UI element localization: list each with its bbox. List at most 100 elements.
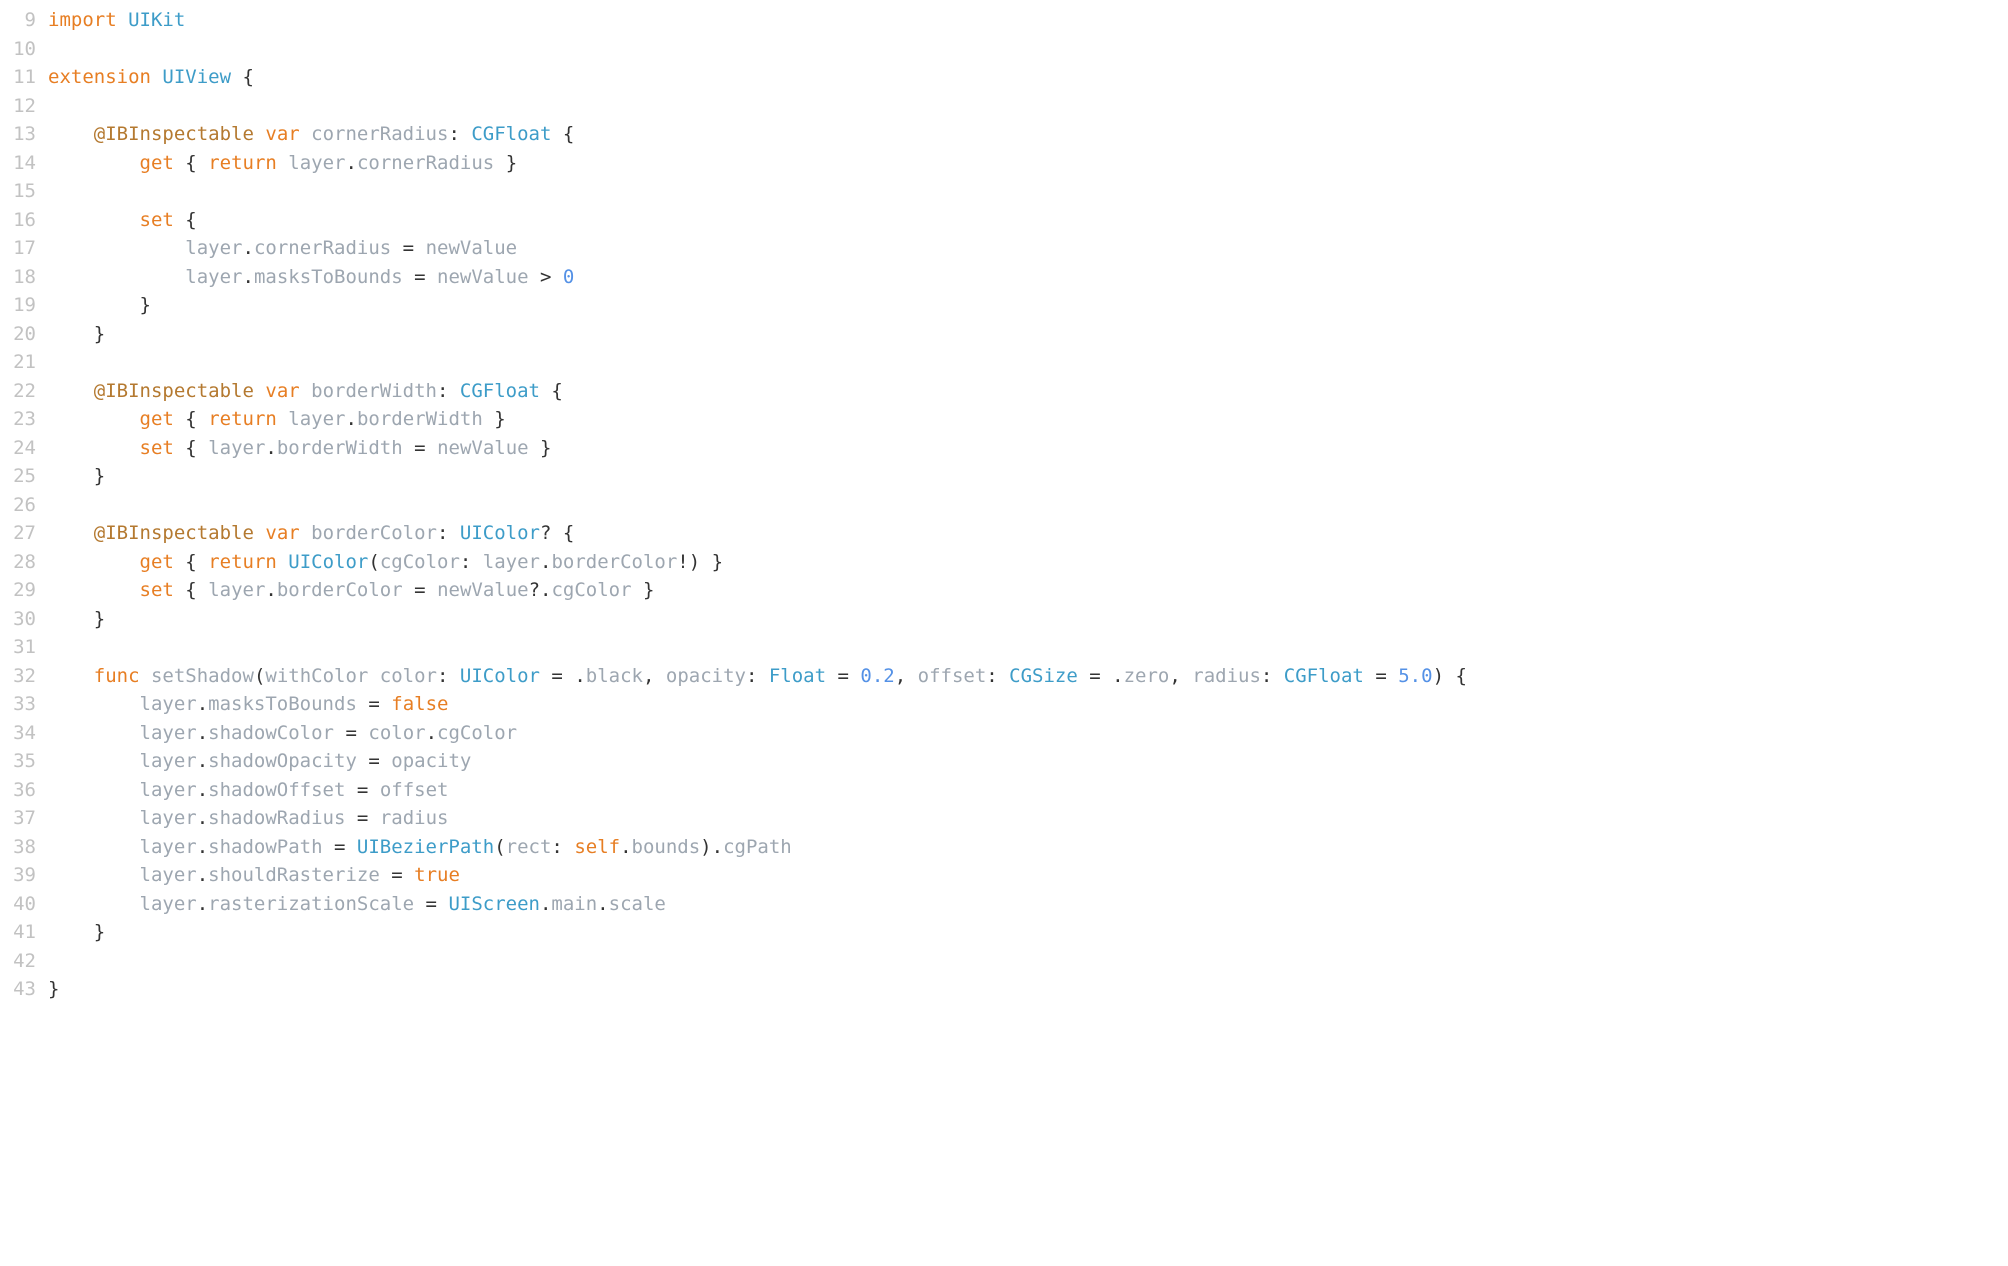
code-content[interactable]: @IBInspectable var cornerRadius: CGFloat… [48, 120, 2008, 149]
code-content[interactable] [48, 633, 2008, 662]
token-plain [403, 864, 414, 886]
code-line[interactable]: 41 } [0, 918, 2008, 947]
token-plain [48, 693, 140, 715]
code-line[interactable]: 18 layer.masksToBounds = newValue > 0 [0, 263, 2008, 292]
code-line[interactable]: 25 } [0, 462, 2008, 491]
code-content[interactable] [48, 491, 2008, 520]
token-id: newValue [437, 579, 529, 601]
code-line[interactable]: 35 layer.shadowOpacity = opacity [0, 747, 2008, 776]
code-line[interactable]: 22 @IBInspectable var borderWidth: CGFlo… [0, 377, 2008, 406]
code-line[interactable]: 28 get { return UIColor(cgColor: layer.b… [0, 548, 2008, 577]
token-punc: . [197, 693, 208, 715]
code-content[interactable]: get { return layer.borderWidth } [48, 405, 2008, 434]
code-line[interactable]: 17 layer.cornerRadius = newValue [0, 234, 2008, 263]
code-line[interactable]: 42 [0, 947, 2008, 976]
token-id: black [586, 665, 643, 687]
line-number: 39 [0, 861, 48, 890]
code-content[interactable]: } [48, 975, 2008, 1004]
code-content[interactable]: layer.masksToBounds = newValue > 0 [48, 263, 2008, 292]
code-line[interactable]: 40 layer.rasterizationScale = UIScreen.m… [0, 890, 2008, 919]
code-line[interactable]: 15 [0, 177, 2008, 206]
code-content[interactable] [48, 947, 2008, 976]
code-line[interactable]: 19 } [0, 291, 2008, 320]
code-content[interactable]: func setShadow(withColor color: UIColor … [48, 662, 2008, 691]
code-line[interactable]: 23 get { return layer.borderWidth } [0, 405, 2008, 434]
code-content[interactable]: @IBInspectable var borderColor: UIColor?… [48, 519, 2008, 548]
token-id: zero [1124, 665, 1170, 687]
code-content[interactable]: get { return UIColor(cgColor: layer.bord… [48, 548, 2008, 577]
token-id: color [368, 722, 425, 744]
token-punc: = [357, 779, 368, 801]
code-line[interactable]: 34 layer.shadowColor = color.cgColor [0, 719, 2008, 748]
code-line[interactable]: 38 layer.shadowPath = UIBezierPath(rect:… [0, 833, 2008, 862]
code-line[interactable]: 11extension UIView { [0, 63, 2008, 92]
code-content[interactable]: @IBInspectable var borderWidth: CGFloat … [48, 377, 2008, 406]
code-content[interactable]: layer.shadowColor = color.cgColor [48, 719, 2008, 748]
code-line[interactable]: 10 [0, 35, 2008, 64]
code-content[interactable]: layer.rasterizationScale = UIScreen.main… [48, 890, 2008, 919]
code-line[interactable]: 30 } [0, 605, 2008, 634]
code-content[interactable]: layer.cornerRadius = newValue [48, 234, 2008, 263]
code-line[interactable]: 39 layer.shouldRasterize = true [0, 861, 2008, 890]
code-content[interactable]: import UIKit [48, 6, 2008, 35]
token-plain [197, 551, 208, 573]
code-content[interactable]: set { layer.borderColor = newValue?.cgCo… [48, 576, 2008, 605]
line-number: 21 [0, 348, 48, 377]
code-content[interactable]: layer.masksToBounds = false [48, 690, 2008, 719]
code-content[interactable]: layer.shadowPath = UIBezierPath(rect: se… [48, 833, 2008, 862]
code-content[interactable]: } [48, 291, 2008, 320]
code-content[interactable]: layer.shadowOffset = offset [48, 776, 2008, 805]
token-punc: : [986, 665, 1009, 687]
code-line[interactable]: 14 get { return layer.cornerRadius } [0, 149, 2008, 178]
code-line[interactable]: 12 [0, 92, 2008, 121]
token-id: borderWidth [357, 408, 483, 430]
code-content[interactable]: set { layer.borderWidth = newValue } [48, 434, 2008, 463]
code-line[interactable]: 26 [0, 491, 2008, 520]
code-content[interactable] [48, 92, 2008, 121]
token-plain [551, 123, 562, 145]
code-line[interactable]: 16 set { [0, 206, 2008, 235]
line-number: 16 [0, 206, 48, 235]
token-plain [174, 408, 185, 430]
line-number: 20 [0, 320, 48, 349]
code-line[interactable]: 24 set { layer.borderWidth = newValue } [0, 434, 2008, 463]
code-content[interactable]: } [48, 605, 2008, 634]
code-content[interactable]: } [48, 320, 2008, 349]
code-content[interactable]: layer.shouldRasterize = true [48, 861, 2008, 890]
token-punc: { [185, 408, 196, 430]
code-content[interactable]: } [48, 462, 2008, 491]
token-plain [254, 123, 265, 145]
code-line[interactable]: 9import UIKit [0, 6, 2008, 35]
code-line[interactable]: 31 [0, 633, 2008, 662]
token-plain [197, 437, 208, 459]
token-plain [300, 380, 311, 402]
token-type: CGFloat [1284, 665, 1364, 687]
code-content[interactable]: layer.shadowRadius = radius [48, 804, 2008, 833]
code-line[interactable]: 33 layer.masksToBounds = false [0, 690, 2008, 719]
code-line[interactable]: 21 [0, 348, 2008, 377]
code-editor[interactable]: 9import UIKit10 11extension UIView {12 1… [0, 0, 2008, 1024]
code-line[interactable]: 13 @IBInspectable var cornerRadius: CGFl… [0, 120, 2008, 149]
code-line[interactable]: 29 set { layer.borderColor = newValue?.c… [0, 576, 2008, 605]
token-punc: = [391, 864, 402, 886]
code-content[interactable]: get { return layer.cornerRadius } [48, 149, 2008, 178]
code-line[interactable]: 20 } [0, 320, 2008, 349]
code-content[interactable] [48, 348, 2008, 377]
code-content[interactable] [48, 35, 2008, 64]
code-content[interactable]: set { [48, 206, 2008, 235]
code-content[interactable]: layer.shadowOpacity = opacity [48, 747, 2008, 776]
code-line[interactable]: 43} [0, 975, 2008, 1004]
token-id: layer [140, 693, 197, 715]
code-line[interactable]: 37 layer.shadowRadius = radius [0, 804, 2008, 833]
token-punc: } [94, 323, 105, 345]
code-line[interactable]: 32 func setShadow(withColor color: UICol… [0, 662, 2008, 691]
code-content[interactable]: } [48, 918, 2008, 947]
token-id: layer [288, 152, 345, 174]
code-line[interactable]: 36 layer.shadowOffset = offset [0, 776, 2008, 805]
code-line[interactable]: 27 @IBInspectable var borderColor: UICol… [0, 519, 2008, 548]
token-id: shadowColor [208, 722, 334, 744]
token-num: 5.0 [1398, 665, 1432, 687]
code-content[interactable] [48, 177, 2008, 206]
token-id: cornerRadius [254, 237, 391, 259]
code-content[interactable]: extension UIView { [48, 63, 2008, 92]
